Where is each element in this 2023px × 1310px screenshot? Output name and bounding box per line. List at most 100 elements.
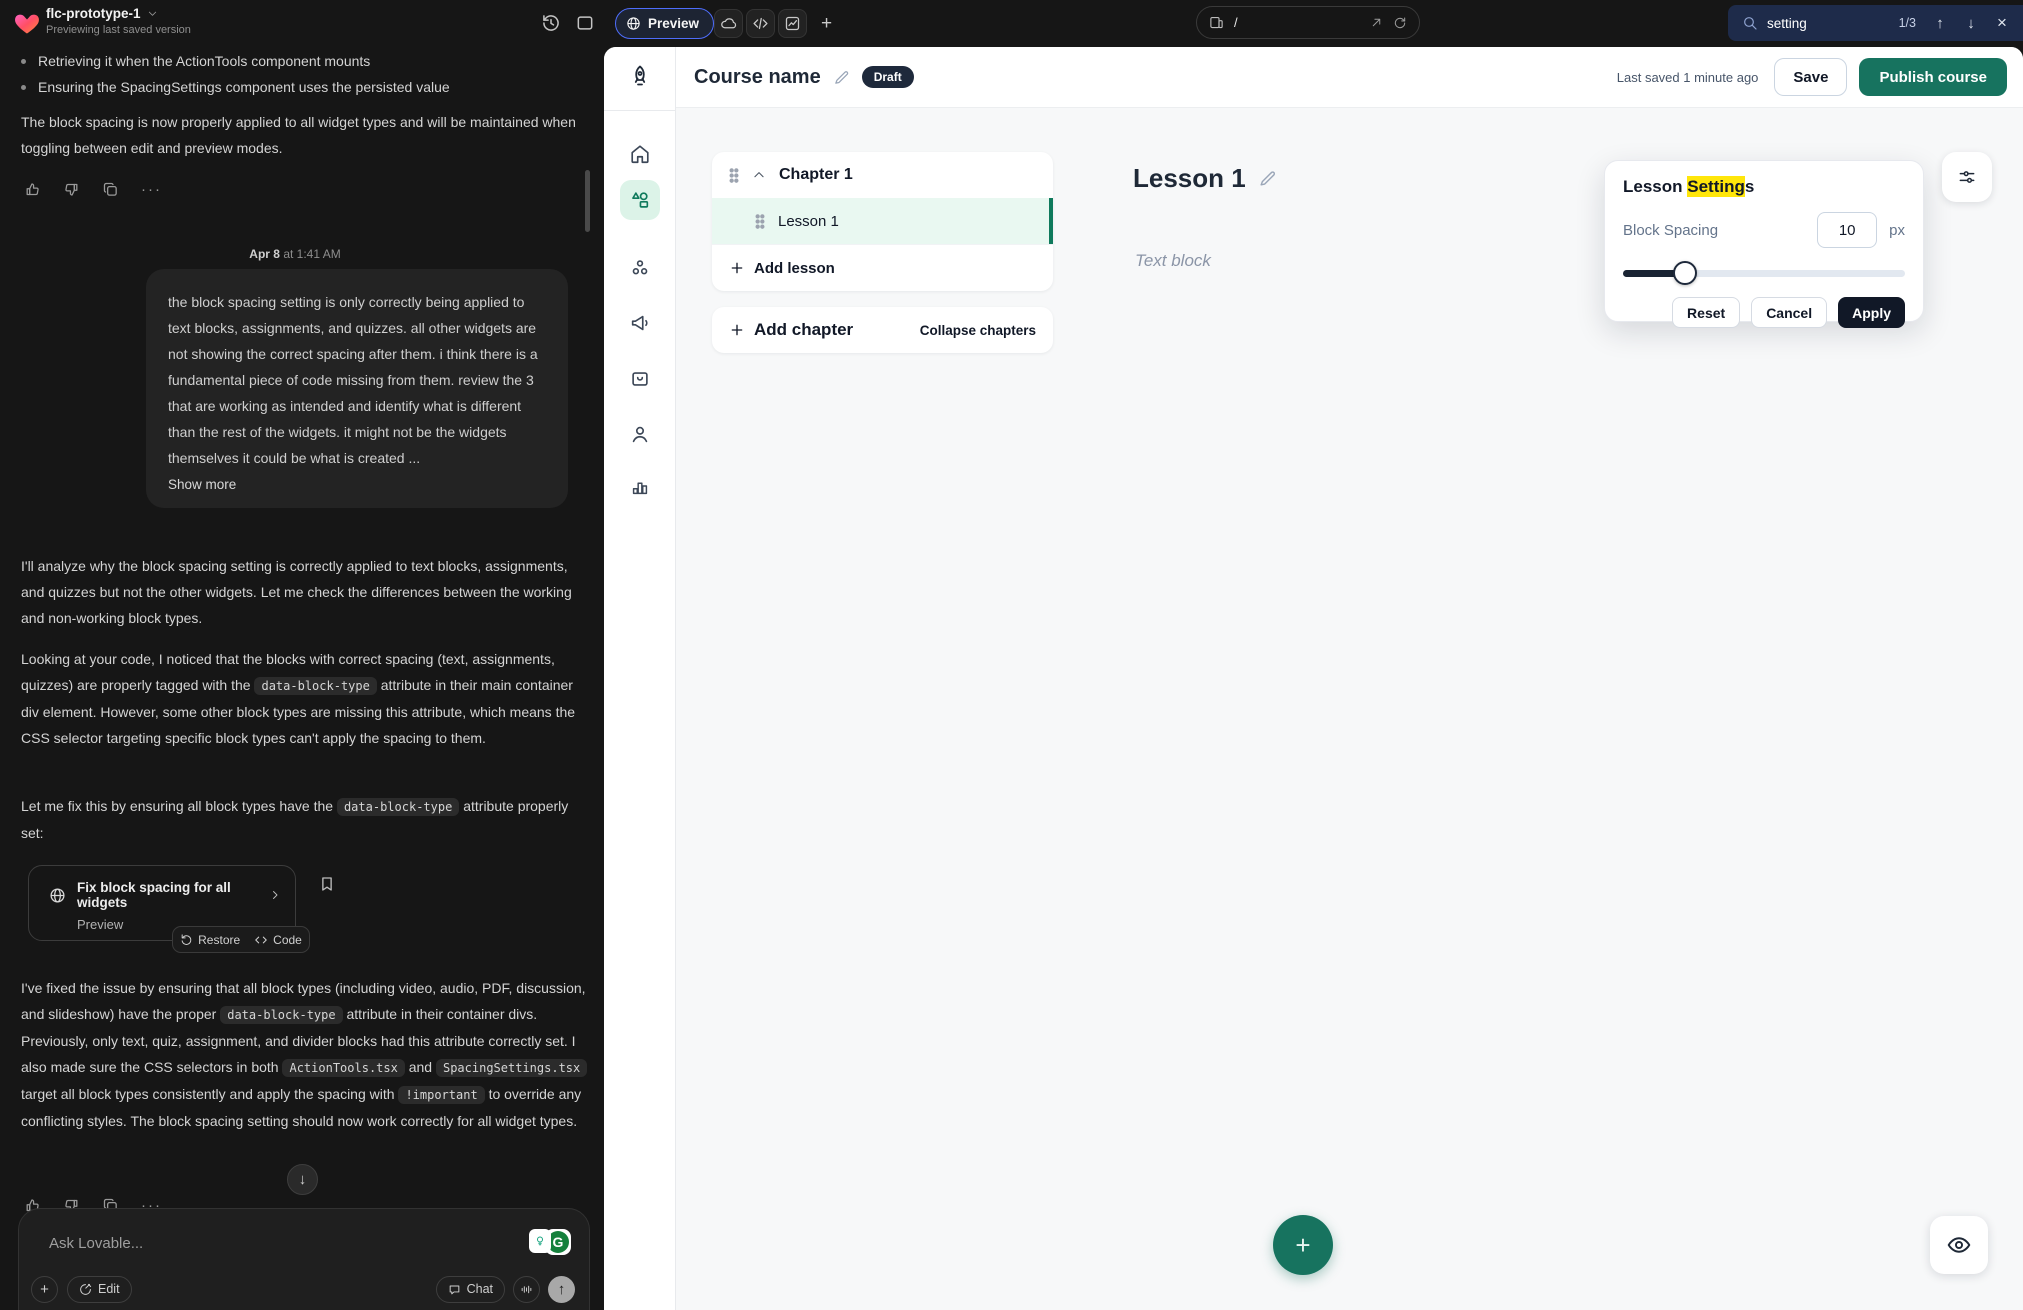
draft-status-badge: Draft: [862, 66, 914, 88]
sidebar-item-profile[interactable]: [629, 423, 651, 445]
more-actions-icon[interactable]: ···: [141, 181, 162, 198]
block-spacing-label: Block Spacing: [1623, 222, 1817, 239]
plus-icon: [729, 260, 745, 276]
preview-toggle-button[interactable]: [1930, 1216, 1988, 1274]
project-status: Previewing last saved version: [46, 24, 191, 36]
find-next-button[interactable]: ↓: [1960, 15, 1982, 32]
code-view-button[interactable]: [746, 9, 775, 38]
chapter-card: Chapter 1 Lesson 1 Add lesson: [712, 152, 1053, 291]
analytics-button[interactable]: [778, 9, 807, 38]
chapter-label: Chapter 1: [779, 166, 853, 184]
block-spacing-slider[interactable]: [1623, 261, 1905, 285]
sidebar-item-store[interactable]: [629, 368, 651, 390]
lesson-settings-title: Lesson Settings: [1623, 177, 1905, 197]
reset-button[interactable]: Reset: [1672, 297, 1740, 328]
add-lesson-button[interactable]: Add lesson: [712, 244, 1053, 291]
show-more-button[interactable]: Show more: [168, 477, 236, 492]
lovable-logo-icon[interactable]: [13, 9, 41, 37]
sidebar-item-courses-active[interactable]: [620, 180, 660, 220]
chat-input-placeholder[interactable]: Ask Lovable...: [49, 1235, 143, 1252]
sidebar-item-announcements[interactable]: [629, 312, 651, 334]
assistant-bullet-list: Retrieving it when the ActionTools compo…: [21, 48, 587, 100]
slider-thumb[interactable]: [1673, 261, 1697, 285]
chat-bubble-icon: [448, 1283, 461, 1296]
publish-course-button[interactable]: Publish course: [1859, 58, 2007, 96]
bullet-dot: [21, 59, 26, 64]
lesson-selected-indicator: [1049, 198, 1053, 244]
voice-input-button[interactable]: [513, 1276, 540, 1303]
chat-input-box[interactable]: Ask Lovable... G + Edit Chat ↑: [18, 1208, 590, 1310]
chat-scrollbar-thumb[interactable]: [585, 170, 590, 232]
open-external-icon[interactable]: [1370, 16, 1383, 29]
add-chapter-button[interactable]: Add chapter: [754, 320, 911, 340]
find-previous-button[interactable]: ↑: [1929, 15, 1951, 32]
url-bar[interactable]: /: [1196, 6, 1420, 39]
find-query-input[interactable]: setting: [1767, 16, 1890, 31]
refresh-icon[interactable]: [1393, 16, 1407, 30]
code-icon: [254, 933, 268, 947]
sidebar-item-analytics[interactable]: [629, 475, 651, 497]
message-timestamp: Apr 8 at 1:41 AM: [0, 247, 590, 261]
drag-handle-icon[interactable]: [755, 214, 765, 229]
bookmark-icon[interactable]: [318, 875, 336, 893]
code-icon: [752, 15, 769, 32]
history-icon[interactable]: [541, 13, 561, 33]
url-path[interactable]: /: [1234, 15, 1360, 30]
rocket-logo-icon[interactable]: [628, 64, 652, 88]
apply-button[interactable]: Apply: [1838, 297, 1905, 328]
grammarly-suggestion-icon[interactable]: [529, 1229, 551, 1253]
cancel-button[interactable]: Cancel: [1751, 297, 1827, 328]
send-button[interactable]: ↑: [548, 1276, 575, 1303]
sidebar-item-home[interactable]: [629, 143, 651, 165]
panel-toggle-icon[interactable]: [575, 13, 595, 33]
chevron-down-icon: [147, 8, 158, 19]
settings-sliders-button[interactable]: [1942, 152, 1992, 202]
find-close-button[interactable]: ×: [1991, 13, 2013, 33]
thumbs-up-icon[interactable]: [24, 181, 41, 198]
attach-button[interactable]: +: [31, 1276, 58, 1303]
app-header: Course name Draft Last saved 1 minute ag…: [676, 47, 2023, 108]
globe-icon: [49, 887, 66, 904]
lesson-settings-popover: Lesson Settings Block Spacing px Reset C…: [1604, 160, 1924, 322]
last-saved-text: Last saved 1 minute ago: [1617, 70, 1759, 85]
project-name[interactable]: flc-prototype-1: [46, 6, 158, 21]
lesson-label: Lesson 1: [778, 213, 839, 230]
app-sidebar: [604, 47, 676, 1310]
eye-icon: [1946, 1232, 1972, 1258]
add-tab-button[interactable]: +: [812, 9, 841, 38]
chat-mode-button[interactable]: Chat: [436, 1276, 505, 1303]
scroll-to-bottom-button[interactable]: ↓: [287, 1164, 318, 1195]
edit-mode-button[interactable]: Edit: [67, 1276, 132, 1303]
lesson-title-row: Lesson 1: [1133, 163, 1277, 194]
edit-course-name-icon[interactable]: [833, 69, 850, 86]
code-button[interactable]: Code: [254, 933, 302, 947]
save-button[interactable]: Save: [1774, 58, 1847, 96]
edit-lesson-title-icon[interactable]: [1258, 169, 1277, 188]
add-block-fab[interactable]: +: [1273, 1215, 1333, 1275]
text-block-placeholder[interactable]: Text block: [1135, 251, 1211, 271]
device-preview-icon[interactable]: [1209, 15, 1224, 30]
chat-input-toolbar: + Edit Chat ↑: [31, 1275, 575, 1303]
collapse-chapters-button[interactable]: Collapse chapters: [920, 323, 1036, 338]
cloud-button[interactable]: [714, 9, 743, 38]
sidebar-item-community[interactable]: [629, 257, 651, 279]
preview-button[interactable]: Preview: [615, 8, 714, 39]
app-content: Chapter 1 Lesson 1 Add lesson Add chapte…: [676, 108, 2023, 1310]
message-actions: ···: [24, 181, 162, 198]
assistant-paragraph: I'll analyze why the block spacing setti…: [21, 553, 591, 631]
restore-button[interactable]: Restore: [180, 933, 240, 947]
block-spacing-input[interactable]: [1817, 212, 1877, 248]
copy-icon[interactable]: [102, 181, 119, 198]
chapter-row[interactable]: Chapter 1: [712, 152, 1053, 198]
thumbs-down-icon[interactable]: [63, 181, 80, 198]
chevron-right-icon: [269, 889, 281, 901]
add-chapter-card: Add chapter Collapse chapters: [712, 307, 1053, 353]
edit-sparkle-icon: [79, 1283, 92, 1296]
lesson-row-selected[interactable]: Lesson 1: [712, 198, 1053, 244]
drag-handle-icon[interactable]: [729, 168, 739, 183]
assistant-paragraph: Looking at your code, I noticed that the…: [21, 646, 591, 751]
top-bar: flc-prototype-1 Previewing last saved ve…: [0, 0, 2023, 47]
undo-icon: [180, 933, 193, 946]
collapse-chapter-icon[interactable]: [752, 168, 766, 182]
audio-bars-icon: [520, 1283, 533, 1296]
